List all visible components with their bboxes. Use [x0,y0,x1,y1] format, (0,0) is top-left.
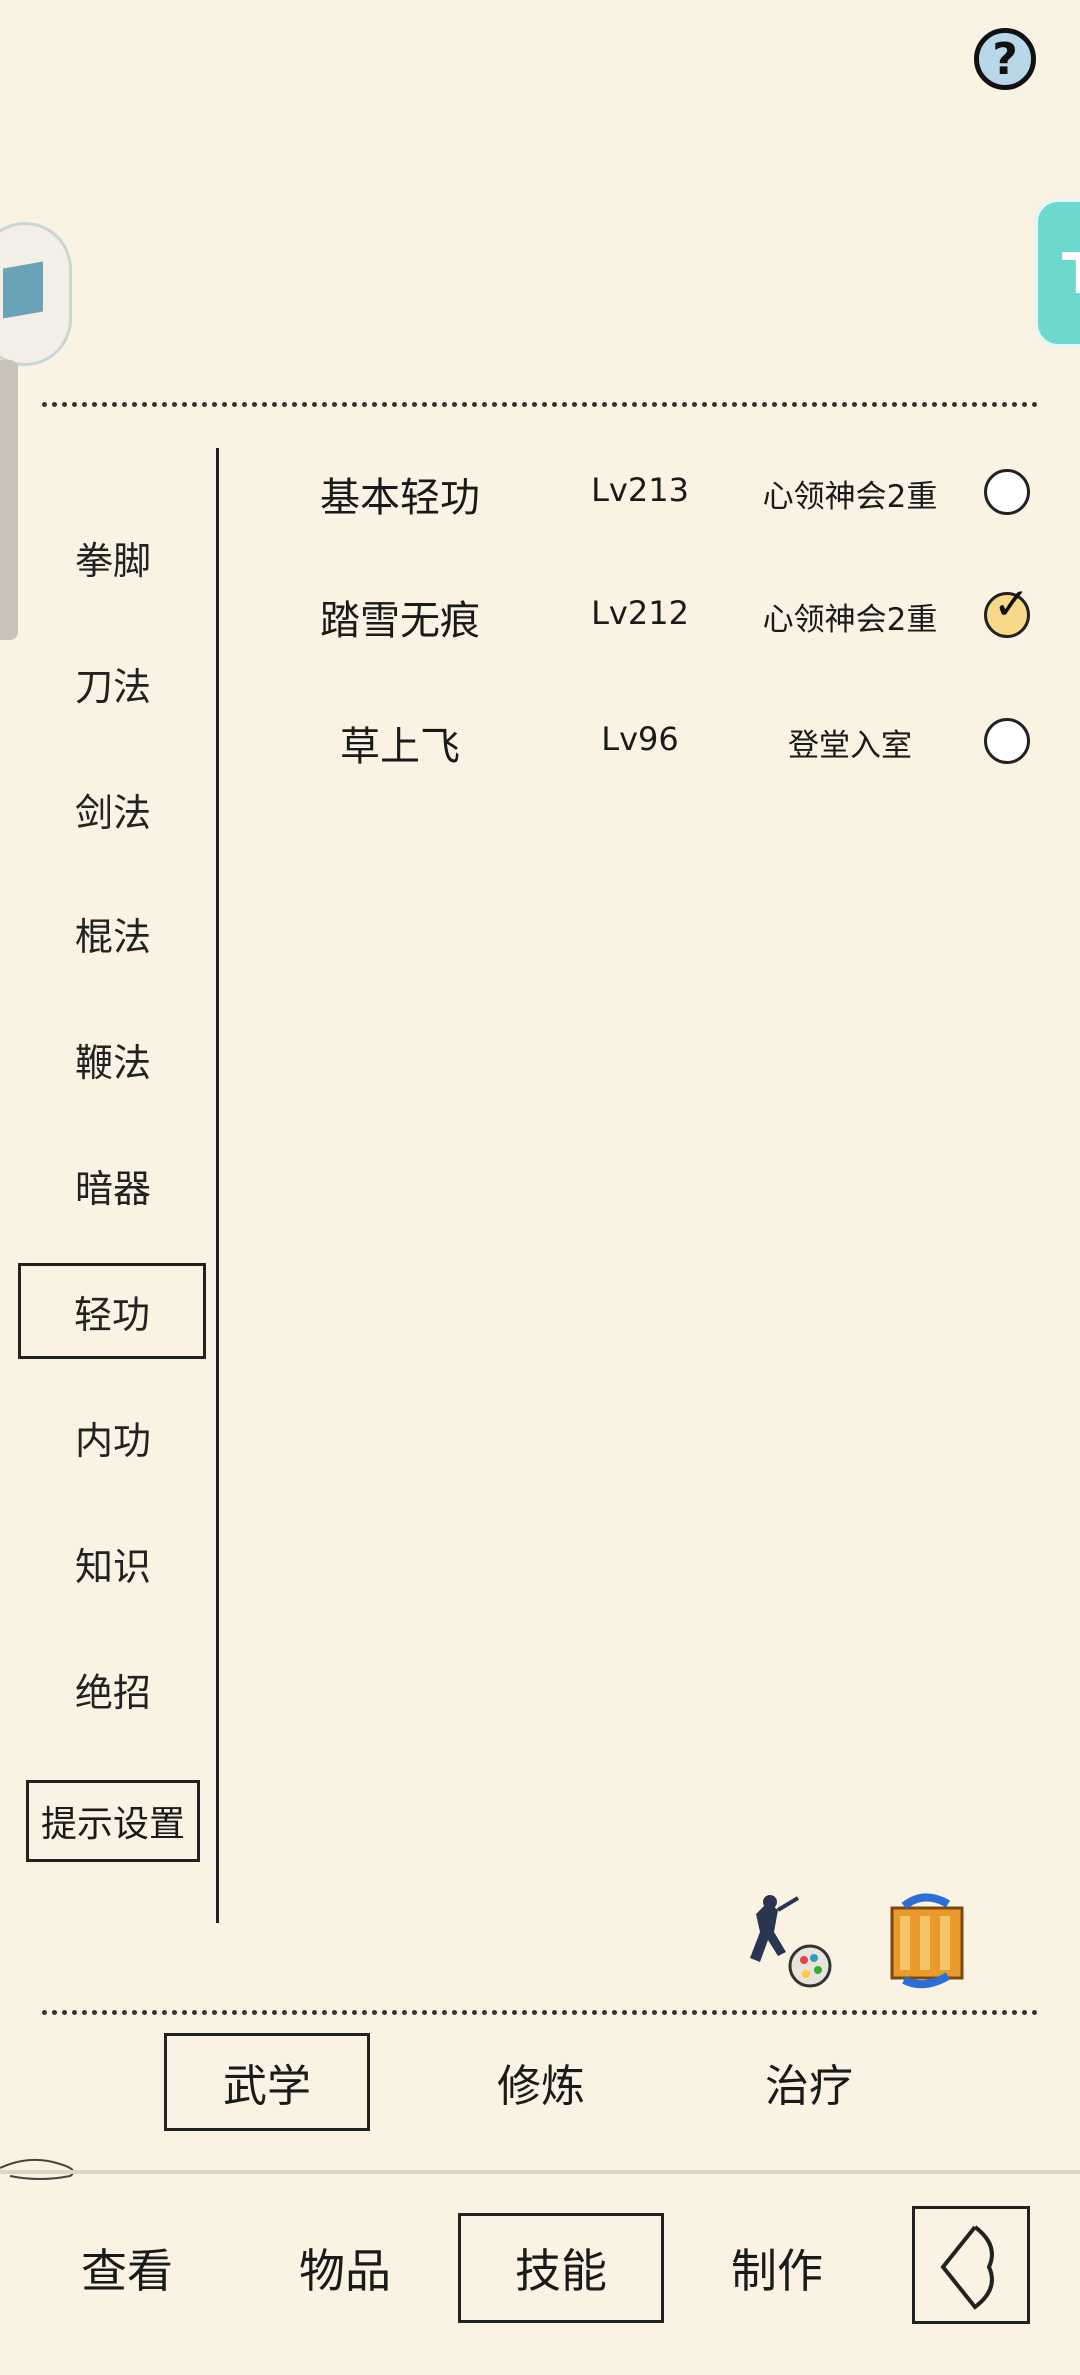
skill-rank: 心领神会2重 [762,602,938,638]
category-quanjiao[interactable]: 拳脚 [28,514,198,600]
app-logo-icon [3,261,43,319]
martial-artist-palette-icon[interactable] [738,1892,838,1996]
back-arrow-icon [940,2225,994,2310]
skill-row[interactable]: 草上飞 Lv96 登堂入室 [260,696,1040,786]
category-zhishi[interactable]: 知识 [28,1520,198,1606]
tab-wuxue[interactable]: 武学 [164,2033,370,2131]
question-icon: ? [992,33,1018,85]
category-bianfa[interactable]: 鞭法 [28,1016,198,1102]
floating-panel-icon: T [1062,242,1080,307]
category-qinggong[interactable]: 轻功 [18,1263,206,1359]
top-divider [42,402,1038,407]
skill-rank: 心领神会2重 [762,479,938,515]
skill-name: 基本轻功 [320,475,480,521]
help-button[interactable]: ? [974,28,1036,90]
ink-squiggle-decoration [0,2158,75,2180]
nav-jineng[interactable]: 技能 [458,2213,664,2323]
bottom-dotted-divider [42,2010,1038,2015]
skill-radio[interactable] [984,718,1030,764]
side-handle[interactable] [0,360,18,640]
skill-row[interactable]: 基本轻功 Lv213 心领神会2重 [260,447,1040,537]
category-neigong[interactable]: 内功 [28,1394,198,1480]
skill-name: 踏雪无痕 [320,598,480,644]
skill-name: 草上飞 [340,724,460,770]
category-jianfa[interactable]: 剑法 [28,766,198,852]
nav-divider [0,2170,1080,2174]
skill-radio[interactable] [984,469,1030,515]
back-button[interactable] [912,2206,1030,2324]
tab-zhiliao[interactable]: 治疗 [706,2033,912,2131]
checkmark-icon: ✓ [993,579,1030,630]
nav-wupin[interactable]: 物品 [242,2213,448,2323]
hint-settings-button[interactable]: 提示设置 [26,1780,200,1862]
floating-panel-tab[interactable]: T [1034,198,1080,348]
tab-xiulian[interactable]: 修炼 [438,2033,644,2131]
skill-level: Lv213 [591,471,689,509]
skill-level: Lv212 [591,594,689,632]
skill-level: Lv96 [601,720,679,758]
skill-radio-checked[interactable]: ✓ [984,583,1030,638]
category-anqi[interactable]: 暗器 [28,1142,198,1228]
skill-row[interactable]: 踏雪无痕 Lv212 心领神会2重 ✓ [260,570,1040,660]
floating-app-icon[interactable] [0,222,72,366]
refresh-scroll-icon[interactable] [874,1890,974,1994]
skill-rank: 登堂入室 [788,728,912,764]
category-divider [216,448,219,1923]
nav-zhizuo[interactable]: 制作 [674,2213,880,2323]
nav-chakan[interactable]: 查看 [24,2213,230,2323]
category-juezhao[interactable]: 绝招 [28,1646,198,1732]
category-daofa[interactable]: 刀法 [28,640,198,726]
category-gunfa[interactable]: 棍法 [28,890,198,976]
